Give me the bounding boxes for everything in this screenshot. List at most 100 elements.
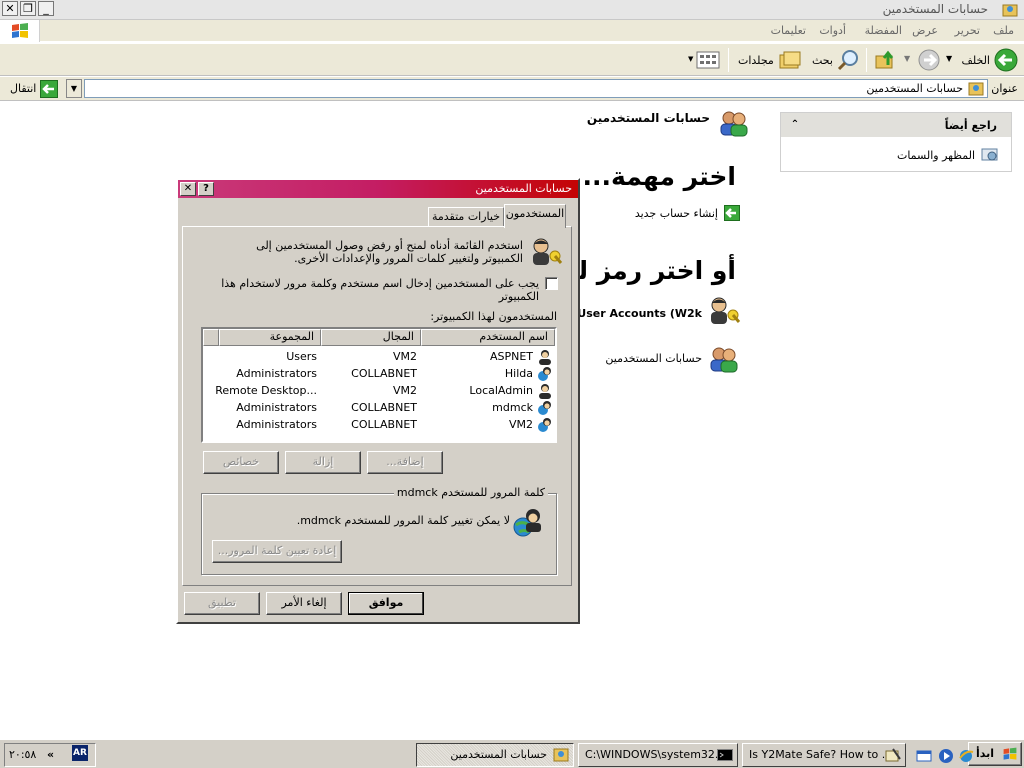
windows-flag-icon [1003,747,1017,760]
password-groupbox: كلمة المرور للمستخدم mdmck لا يمكن تغيير… [201,486,557,575]
address-value: حسابات المستخدمين [866,82,963,95]
internet-explorer-icon[interactable] [958,748,974,764]
user-name: ASPNET [489,350,533,363]
forward-dropdown-icon[interactable]: ▼ [904,54,910,63]
menu-view[interactable]: عرض [912,24,938,37]
table-row[interactable]: LocalAdmin VM2 Remote Desktop... [203,383,555,399]
column-header-group[interactable]: المجموعة [219,329,321,346]
create-account-link[interactable]: إنشاء حساب جديد [635,207,718,220]
see-also-header[interactable]: راجع أيضاً ⌃ [781,113,1011,137]
tab-users[interactable]: المستخدمون [504,204,566,228]
user-accounts-link[interactable]: حسابات المستخدمين [605,352,702,365]
toolbar-separator [728,48,729,72]
remove-user-button[interactable]: إزالة [285,451,361,474]
go-arrow-icon[interactable] [40,80,58,98]
user-accounts-icon[interactable] [708,345,740,373]
windows-logo [0,20,40,42]
apply-button[interactable]: تطبيق [184,592,260,615]
user-accounts-w2k-icon[interactable] [706,296,742,326]
up-folder-icon[interactable] [874,49,896,71]
menu-help[interactable]: تعليمات [771,24,806,37]
menu-bar: ملف تحرير عرض المفضلة أدوات تعليمات [0,20,1024,42]
folders-icon[interactable] [778,50,802,70]
clock[interactable]: ٢٠:٥٨ [9,748,36,761]
windows-flag-icon [12,23,28,38]
window-title-bar: ✕ ❐ _ حسابات المستخدمين [0,0,1024,20]
folders-button-label[interactable]: مجلدات [738,54,774,67]
users-key-icon [533,238,563,265]
table-row[interactable]: ASPNET VM2 Users [203,349,555,365]
restore-button[interactable]: ❐ [20,1,36,16]
require-login-checkbox[interactable] [545,277,558,290]
minimize-button[interactable]: _ [38,1,54,16]
dialog-title-bar[interactable]: حسابات المستخدمين ✕ ? [178,180,578,198]
taskbar-item-browser[interactable]: Is Y2Mate Safe? How to ... [742,743,906,767]
search-icon[interactable] [836,49,860,71]
user-accounts-small-icon [553,748,569,762]
taskbar-item-cmd[interactable]: C:\WINDOWS\system32... [578,743,738,767]
dialog-help-button[interactable]: ? [198,182,214,196]
back-arrow-icon[interactable] [994,48,1018,72]
user-domain: COLLABNET [351,401,417,414]
password-groupbox-label: كلمة المرور للمستخدم mdmck [393,486,548,499]
media-player-icon[interactable] [938,748,954,764]
back-dropdown-icon[interactable]: ▼ [946,54,952,63]
forward-arrow-icon[interactable] [918,49,940,71]
tray-expand-chevron[interactable]: « [47,748,54,761]
views-icon[interactable] [696,51,720,69]
taskbar-item-user-accounts[interactable]: حسابات المستخدمين [416,743,574,767]
ok-button[interactable]: موافق [348,592,424,615]
require-login-label: يجب على المستخدمين إدخال اسم مستخدم وكلم… [221,277,539,303]
user-group: Administrators [236,401,317,414]
menu-favorites[interactable]: المفضلة [865,24,902,37]
user-globe-icon [538,367,551,381]
user-globe-icon [538,418,551,432]
column-header-username[interactable]: اسم المستخدم [421,329,555,346]
table-row[interactable]: mdmck COLLABNET Administrators [203,400,555,416]
command-prompt-icon [717,749,733,761]
address-dropdown-icon[interactable]: ▼ [66,79,82,98]
reset-password-button[interactable]: إعادة تعيين كلمة المرور... [212,540,342,563]
section-title: حسابات المستخدمين [586,111,710,125]
go-button-label[interactable]: انتقال [10,82,36,95]
tab-advanced[interactable]: خيارات متقدمة [428,207,504,227]
user-name: mdmck [492,401,533,414]
start-button-label: ابدأ [975,747,995,760]
column-header-domain[interactable]: المجال [321,329,421,346]
menu-tools[interactable]: أدوات [819,24,846,37]
cancel-button[interactable]: إلغاء الأمر [266,592,342,615]
user-group: Remote Desktop... [215,384,317,397]
pick-task-heading: اختر مهمة... [582,162,736,191]
password-message: لا يمكن تغيير كلمة المرور للمستخدم mdmck… [296,514,510,527]
dialog-close-button[interactable]: ✕ [180,182,196,196]
address-input[interactable]: حسابات المستخدمين [84,79,988,98]
user-accounts-w2k-link[interactable]: User Accounts (W2k [577,307,702,320]
table-row[interactable]: Hilda COLLABNET Administrators [203,366,555,382]
appearance-themes-icon [981,148,998,161]
user-name: VM2 [508,418,533,431]
menu-edit[interactable]: تحرير [955,24,980,37]
table-row[interactable]: VM2 COLLABNET Administrators [203,417,555,433]
see-also-item-appearance[interactable]: المظهر والسمات [897,149,975,162]
users-info-text: استخدم القائمة أدناه لمنح أو رفض وصول ال… [256,239,523,265]
see-also-title: راجع أيضاً [944,119,997,132]
users-list-view[interactable]: اسم المستخدم المجال المجموعة ASPNET VM2 … [201,327,557,443]
create-account-arrow-icon [724,205,740,221]
users-list-label: المستخدمون لهذا الكمبيوتر: [430,310,557,323]
views-dropdown-icon[interactable]: ▼ [688,55,693,63]
search-button-label[interactable]: بحث [812,54,833,67]
standard-toolbar: الخلف ▼ ▼ بحث مجلدات ▼ [0,43,1024,76]
close-button[interactable]: ✕ [2,1,18,16]
toolbar-separator [866,48,867,72]
add-user-button[interactable]: إضافة... [367,451,443,474]
user-name: LocalAdmin [469,384,533,397]
user-group: Users [286,350,317,363]
collapse-chevron-icon[interactable]: ⌃ [787,117,803,133]
user-properties-button[interactable]: خصائص [203,451,279,474]
user-icon [539,350,551,365]
menu-file[interactable]: ملف [993,24,1014,37]
back-button-label[interactable]: الخلف [961,54,990,67]
show-desktop-icon[interactable] [916,748,932,764]
user-accounts-icon [720,111,748,137]
user-accounts-dialog: حسابات المستخدمين ✕ ? المستخدمون خيارات … [176,178,580,624]
